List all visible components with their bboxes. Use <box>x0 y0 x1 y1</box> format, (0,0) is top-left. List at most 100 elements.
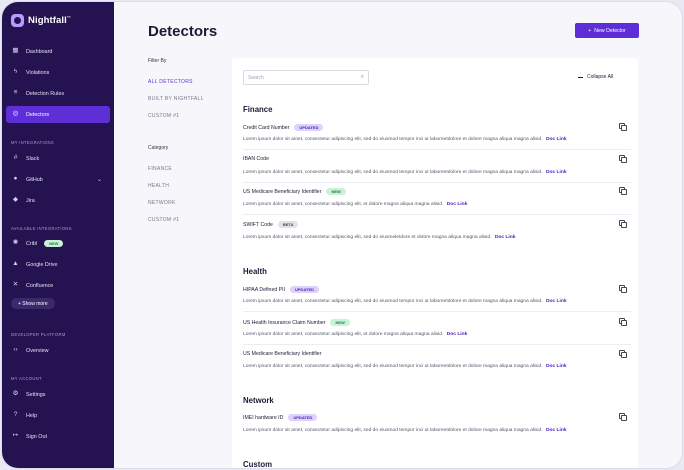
section-heading-my-integrations: MY INTEGRATIONS <box>11 140 54 145</box>
doc-link[interactable]: Doc Link <box>447 332 468 337</box>
section-heading-available-integrations: AVAILABLE INTEGRATIONS <box>11 226 72 231</box>
detector-name[interactable]: IMEI hardware ID UPDATED <box>243 414 318 421</box>
copy-icon[interactable] <box>619 187 627 195</box>
doc-link[interactable]: Doc Link <box>546 137 567 142</box>
filter-custom-1[interactable]: CUSTOM #1 <box>148 113 179 119</box>
detector-name[interactable]: US Medicare Beneficiary Identifier <box>243 351 321 357</box>
code-icon: ‹› <box>13 346 18 354</box>
brand-logo[interactable]: Nightfall™ <box>11 12 71 28</box>
copy-icon[interactable] <box>619 285 627 293</box>
category-title-custom: Custom <box>243 460 273 468</box>
page-title: Detectors <box>148 23 218 40</box>
copy-icon[interactable] <box>619 318 627 326</box>
detector-description: Lorem ipsum dolor sit amet, consectetur … <box>243 299 567 304</box>
sidebar-item-overview[interactable]: ‹› Overview <box>6 342 110 359</box>
category-title-finance: Finance <box>243 105 273 114</box>
doc-link[interactable]: Doc Link <box>546 364 567 369</box>
new-detector-label: New Detector <box>594 27 626 34</box>
updated-badge: UPDATED <box>290 286 320 293</box>
detector-name-label: SWIFT Code <box>243 221 273 228</box>
detector-name[interactable]: SWIFT Code BETA <box>243 221 299 228</box>
sidebar-item-slack[interactable]: # Slack <box>6 150 110 167</box>
sidebar-item-sign-out[interactable]: ↦ Sign Out <box>6 428 110 445</box>
list-icon: ≡ <box>13 89 18 97</box>
description-text: Lorem ipsum dolor sit amet, consectetur … <box>243 332 444 337</box>
sidebar-item-detectors[interactable]: ◎ Detectors <box>6 106 110 123</box>
show-more-button[interactable]: + Show more <box>11 298 55 309</box>
category-title-health: Health <box>243 267 267 276</box>
beta-badge: BETA <box>277 221 299 228</box>
collapse-all-label: Collapse All <box>587 74 614 80</box>
sidebar-item-label: Detection Rules <box>26 90 65 97</box>
filter-all-detectors[interactable]: ALL DETECTORS <box>148 79 193 85</box>
category-finance[interactable]: FINANCE <box>148 166 172 172</box>
filter-by-label: Filter By <box>148 58 167 64</box>
sidebar-item-settings[interactable]: ⚙ Settings <box>6 386 110 403</box>
divider <box>243 311 631 312</box>
sidebar-item-label: Settings <box>26 391 46 398</box>
cribl-icon: ✺ <box>12 239 19 247</box>
category-custom-1[interactable]: CUSTOM #1 <box>148 217 179 223</box>
sidebar-item-cribl[interactable]: ✺ Cribl NEW <box>6 235 110 252</box>
sidebar-item-label: Cribl <box>26 240 38 247</box>
sidebar-item-label: Sign Out <box>26 433 47 440</box>
description-text: Lorem ipsum dolor sit amet, consectetur … <box>243 235 492 240</box>
new-detector-button[interactable]: + New Detector <box>575 23 639 38</box>
doc-link[interactable]: Doc Link <box>546 170 567 175</box>
detector-name-label: Credit Card Number <box>243 124 290 131</box>
sidebar-item-label: Jira <box>26 197 35 204</box>
category-health[interactable]: HEALTH <box>148 183 169 189</box>
main-area: Detectors + New Detector Filter By ALL D… <box>114 2 682 468</box>
sidebar-item-jira[interactable]: ◆ Jira <box>6 192 110 209</box>
sidebar-item-label: Dashboard <box>26 48 53 55</box>
detector-name-label: IMEI hardware ID <box>243 414 284 421</box>
sidebar-item-github[interactable]: ● GitHub ⌄ <box>6 171 110 188</box>
sidebar-item-detection-rules[interactable]: ≡ Detection Rules <box>6 85 110 102</box>
detector-name[interactable]: HIPAA Defined PII UPDATED <box>243 286 320 293</box>
copy-icon[interactable] <box>619 155 627 163</box>
copy-icon[interactable] <box>619 350 627 358</box>
app-window: Nightfall™ ▦ Dashboard ϟ Violations ≡ De… <box>2 2 682 468</box>
doc-link[interactable]: Doc Link <box>447 202 468 207</box>
doc-link[interactable]: Doc Link <box>495 235 516 240</box>
copy-icon[interactable] <box>619 123 627 131</box>
filter-built-by-nightfall[interactable]: BUILT BY NIGHTFALL <box>148 96 204 102</box>
sidebar-item-label: Slack <box>26 155 40 162</box>
search-input[interactable]: Search ⌕ <box>243 70 369 85</box>
gear-icon: ⚙ <box>12 390 19 398</box>
lightning-icon: ϟ <box>13 68 18 76</box>
sidebar-item-label: GitHub <box>26 176 43 183</box>
detector-name[interactable]: US Health Insurance Claim Number NEW <box>243 319 350 326</box>
divider <box>243 149 631 150</box>
sidebar-item-help[interactable]: ? Help <box>6 407 110 424</box>
copy-icon[interactable] <box>619 220 627 228</box>
sidebar-item-label: Help <box>26 412 38 419</box>
detector-list-panel: Search ⌕ Collapse All Finance Credit Car… <box>232 58 638 468</box>
divider <box>243 214 631 215</box>
detector-name[interactable]: IBAN Code <box>243 156 269 162</box>
description-text: Lorem ipsum dolor sit amet, consectetur … <box>243 428 543 433</box>
confluence-icon: ✕ <box>12 281 19 289</box>
collapse-all-button[interactable]: Collapse All <box>578 74 613 80</box>
detector-name-label: US Medicare Beneficiary Identifier <box>243 188 322 195</box>
copy-icon[interactable] <box>619 413 627 421</box>
detector-name[interactable]: US Medicare Beneficiary Identifier NEW <box>243 188 346 195</box>
doc-link[interactable]: Doc Link <box>546 299 567 304</box>
sign-out-icon: ↦ <box>12 432 19 440</box>
chevron-down-icon[interactable]: ⌄ <box>97 176 102 183</box>
category-network[interactable]: NETWORK <box>148 200 176 206</box>
updated-badge: UPDATED <box>288 414 318 421</box>
detector-description: Lorem ipsum dolor sit amet, consectetur … <box>243 202 467 207</box>
description-text: Lorem ipsum dolor sit amet, consectetur … <box>243 299 543 304</box>
detector-name[interactable]: Credit Card Number UPDATED <box>243 124 324 131</box>
search-icon: ⌕ <box>360 74 364 80</box>
detector-description: Lorem ipsum dolor sit amet, consectetur … <box>243 137 567 142</box>
new-badge: NEW <box>330 319 350 326</box>
doc-link[interactable]: Doc Link <box>546 428 567 433</box>
sidebar-item-dashboard[interactable]: ▦ Dashboard <box>6 43 110 60</box>
brand-name: Nightfall <box>28 14 67 26</box>
sidebar-item-google-drive[interactable]: ▲ Google Drive <box>6 256 110 273</box>
sidebar-item-confluence[interactable]: ✕ Confluence <box>6 277 110 294</box>
sidebar-item-violations[interactable]: ϟ Violations <box>6 64 110 81</box>
description-text: Lorem ipsum dolor sit amet, consectetur … <box>243 364 543 369</box>
